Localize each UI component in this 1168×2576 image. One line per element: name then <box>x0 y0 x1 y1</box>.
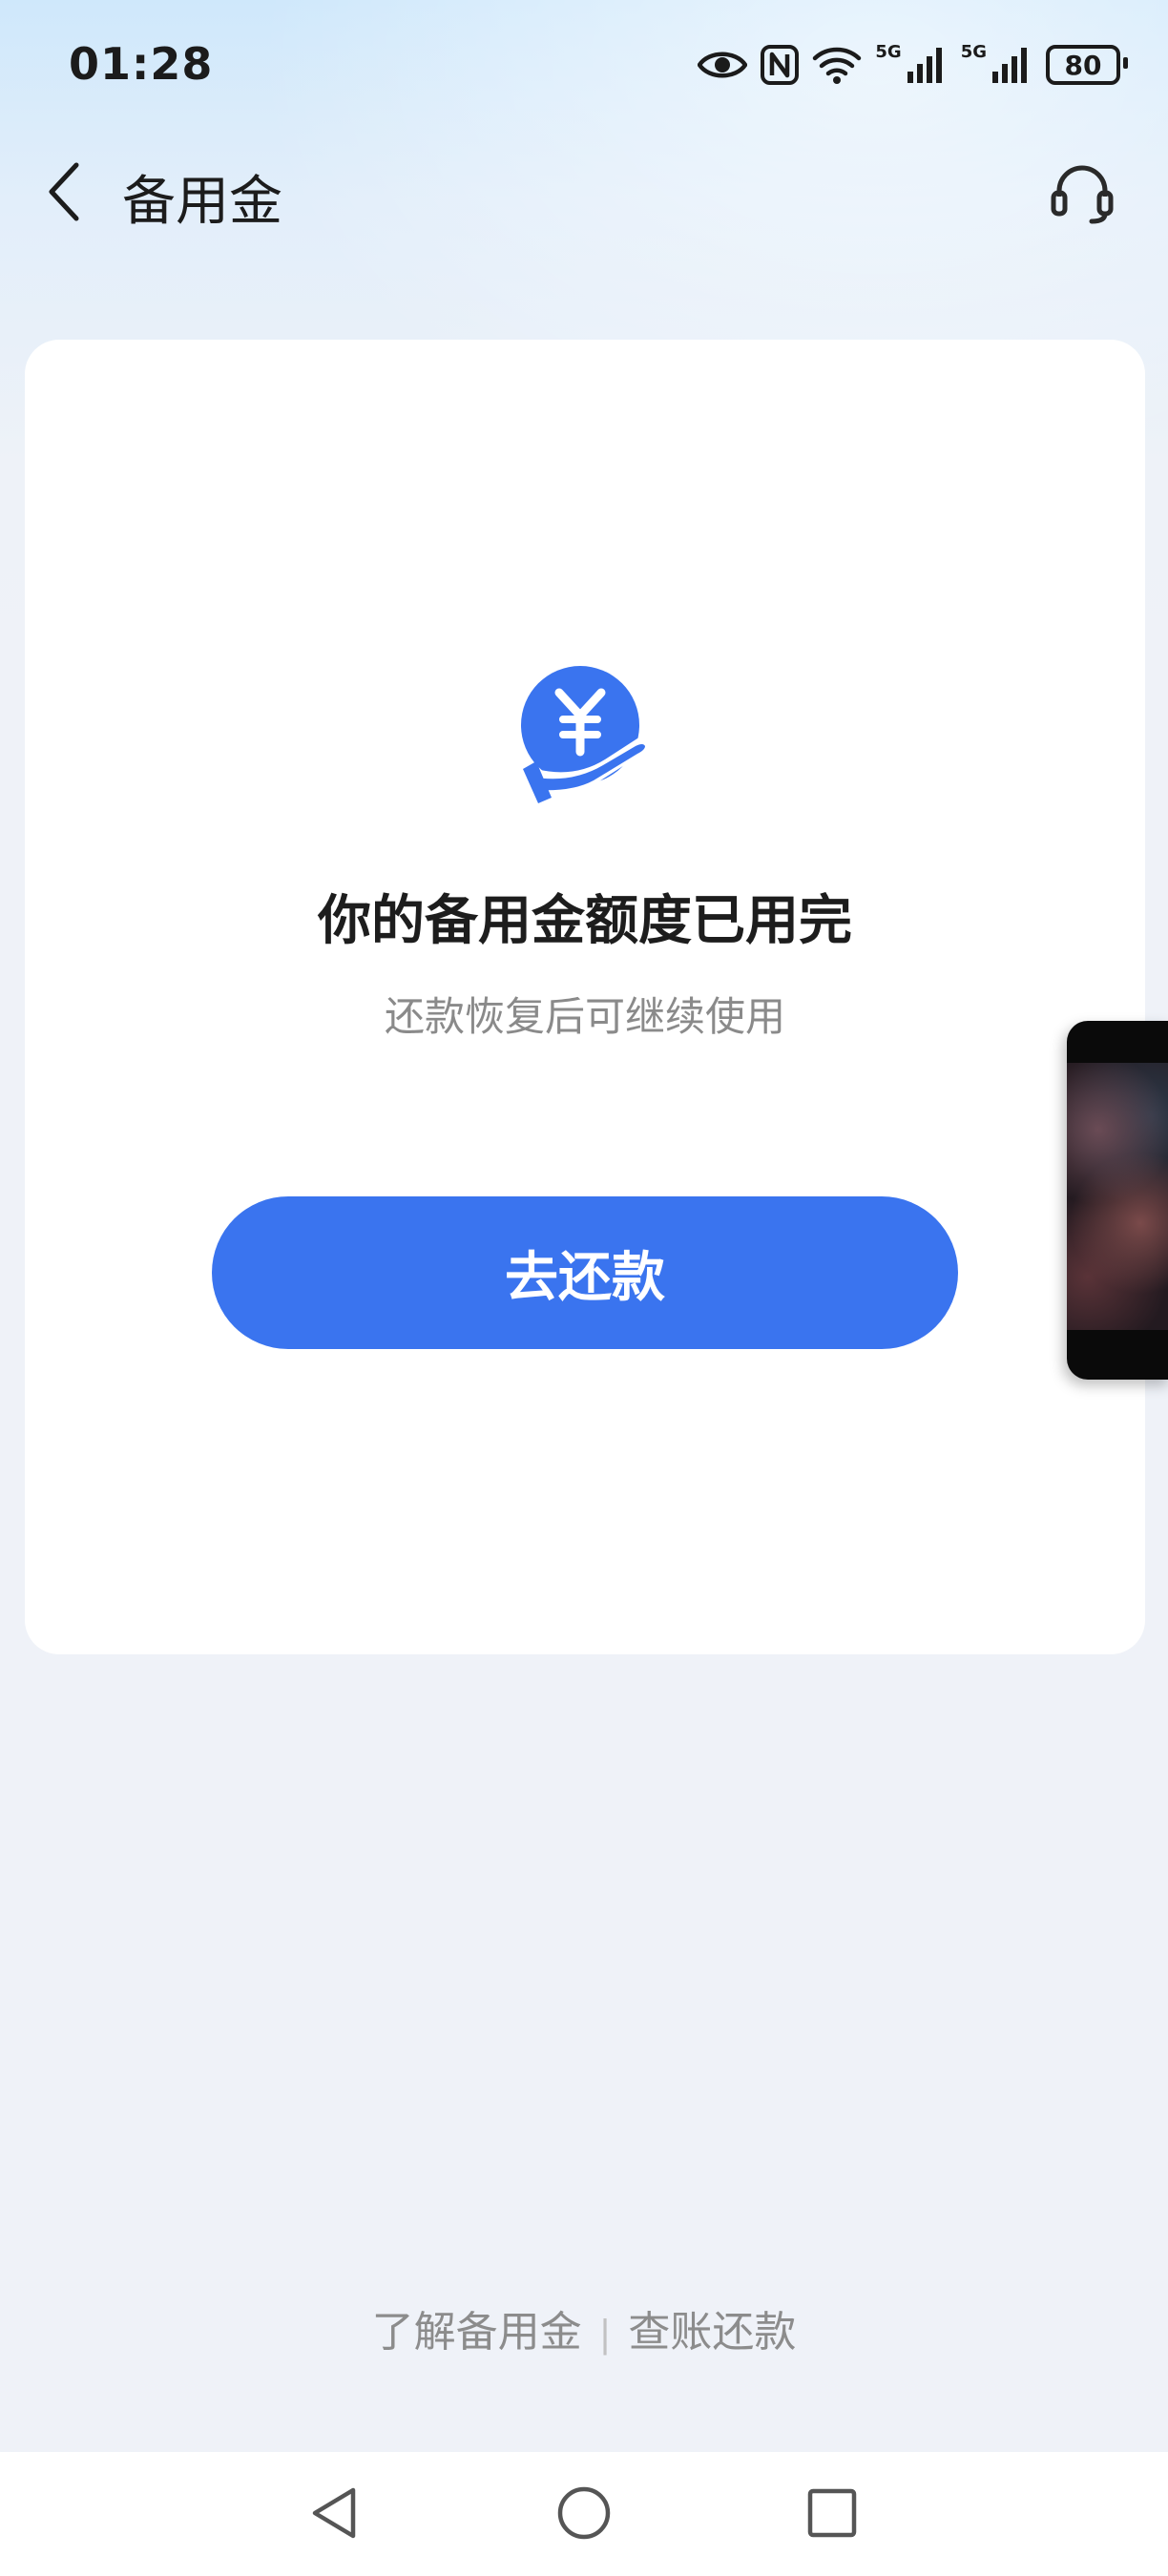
battery-level: 80 <box>1064 49 1102 81</box>
back-button[interactable] <box>34 158 92 229</box>
check-bill-link[interactable]: 查账还款 <box>628 2308 796 2357</box>
system-back-button[interactable] <box>300 2481 368 2549</box>
card-title: 你的备用金额度已用完 <box>318 890 852 952</box>
yuan-hand-icon <box>517 664 653 803</box>
signal-2-label: 5G <box>960 41 987 62</box>
status-bar: 01:28 5G 5G 80 <box>0 0 1168 134</box>
system-nav-bar <box>0 2452 1168 2576</box>
signal-icon <box>991 45 1032 85</box>
learn-more-link[interactable]: 了解备用金 <box>372 2308 582 2357</box>
floating-video-thumbnail <box>1067 1063 1168 1330</box>
status-icons: 5G 5G 80 <box>698 36 1128 93</box>
headset-icon <box>1048 158 1116 231</box>
signal-1-label: 5G <box>875 41 902 62</box>
customer-service-button[interactable] <box>1046 158 1118 231</box>
battery-icon: 80 <box>1046 45 1128 85</box>
floating-video-window[interactable] <box>1067 1021 1168 1380</box>
signal-icon <box>906 45 948 85</box>
home-circle-icon <box>555 2484 613 2545</box>
system-recents-button[interactable] <box>798 2481 866 2549</box>
recents-square-icon <box>805 2486 859 2544</box>
card-subtitle: 还款恢复后可继续使用 <box>384 993 785 1040</box>
status-time: 01:28 <box>69 38 214 90</box>
system-home-button[interactable] <box>550 2481 618 2549</box>
back-triangle-icon <box>307 2484 361 2545</box>
page-title: 备用金 <box>122 171 282 233</box>
wifi-icon <box>812 45 862 85</box>
eye-icon <box>698 49 748 81</box>
footer-links: 了解备用金 | 查账还款 <box>0 2297 1168 2358</box>
footer-separator: | <box>598 2313 612 2355</box>
chevron-left-icon <box>44 161 82 226</box>
nfc-icon <box>761 45 800 85</box>
repay-button[interactable]: 去还款 <box>212 1196 958 1349</box>
credit-status-card: 你的备用金额度已用完 还款恢复后可继续使用 去还款 <box>25 340 1145 1654</box>
